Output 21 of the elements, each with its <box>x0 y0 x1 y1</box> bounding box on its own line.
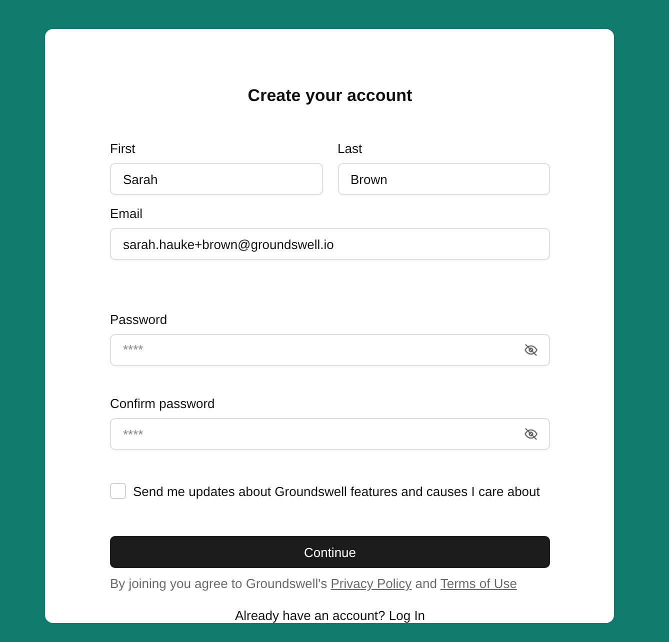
login-prompt: Already have an account? Log In <box>234 608 426 624</box>
form-title: Create your account <box>246 86 414 106</box>
login-link[interactable]: Log In <box>388 608 426 624</box>
eye-off-icon[interactable] <box>524 427 538 442</box>
input-field[interactable]: sarah.hauke+brown@groundswell.io <box>110 228 550 260</box>
password-field[interactable]: **** <box>110 334 550 366</box>
input-field[interactable]: Sarah <box>110 163 322 195</box>
legal-link[interactable]: Terms of Use <box>440 576 517 592</box>
field-label: First <box>110 141 136 156</box>
input-field[interactable]: Brown <box>338 163 550 195</box>
continue-button[interactable]: Continue <box>110 536 550 568</box>
field-label: Email <box>110 206 144 221</box>
checkbox-label: Send me updates about Groundswell features and causes I care about <box>133 484 540 499</box>
field-label: Password <box>110 312 168 327</box>
legal-text: By joining you agree to Groundswell's Privacy Policy and Terms of Use <box>110 576 518 592</box>
eye-off-icon[interactable] <box>524 342 538 357</box>
legal-link[interactable]: Privacy Policy <box>330 576 412 592</box>
field-label: Last <box>338 141 364 156</box>
password-field[interactable]: **** <box>110 418 550 450</box>
checkbox[interactable] <box>110 483 126 500</box>
field-label: Confirm password <box>110 396 216 412</box>
